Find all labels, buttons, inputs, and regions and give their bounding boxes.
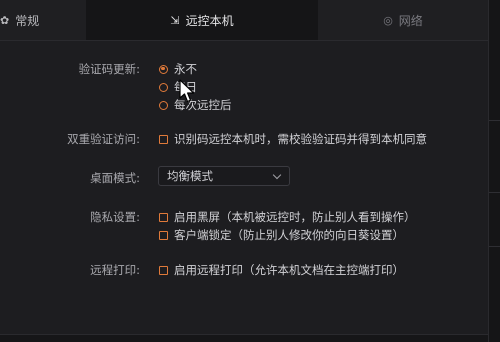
checkbox-client-lock-label: 客户端锁定（防止别人修改你的向日葵设置） xyxy=(174,228,404,242)
radio-button[interactable] xyxy=(159,82,168,92)
tab-remote-control[interactable]: ⇲ 远控本机 xyxy=(86,0,318,40)
window-bottom-border xyxy=(0,334,488,342)
remote-icon: ⇲ xyxy=(170,13,180,27)
desktop-mode-value: 均衡模式 xyxy=(167,169,213,183)
radio-never[interactable]: 永不 xyxy=(159,61,197,77)
chevron-down-icon xyxy=(272,170,282,180)
remote-settings-panel: 验证码更新: 永不 每日 每次远控后 双重验证访问: 识别码远控本机时，需校验验… xyxy=(0,41,488,342)
gear-icon: ✿ xyxy=(0,13,10,27)
tab-network[interactable]: ◎ 网络 xyxy=(318,0,488,40)
privacy-label: 隐私设置: xyxy=(90,210,140,224)
checkbox-two-factor[interactable]: 识别码远控本机时，需校验验证码并得到本机同意 xyxy=(159,131,427,147)
checkbox[interactable] xyxy=(159,230,168,240)
radio-button[interactable] xyxy=(159,100,168,110)
checkbox-two-factor-label: 识别码远控本机时，需校验验证码并得到本机同意 xyxy=(174,132,427,146)
mouse-cursor-icon xyxy=(179,79,195,103)
window-edge xyxy=(488,0,500,342)
checkbox-remote-print-label: 启用远程打印（允许本机文档在主控端打印） xyxy=(174,263,404,277)
two-factor-label: 双重验证访问: xyxy=(67,132,140,146)
checkbox-black-screen[interactable]: 启用黑屏（本机被远控时，防止别人看到操作） xyxy=(159,209,416,225)
settings-window: ✿ 常规 ⇲ 远控本机 ◎ 网络 验证码更新: 永不 每日 每次远控后 xyxy=(0,0,500,342)
tab-network-label: 网络 xyxy=(398,13,423,28)
radio-never-label: 永不 xyxy=(174,62,197,76)
checkbox-client-lock[interactable]: 客户端锁定（防止别人修改你的向日葵设置） xyxy=(159,227,404,243)
network-icon: ◎ xyxy=(383,13,393,27)
radio-button-checked[interactable] xyxy=(159,64,168,74)
tab-remote-label: 远控本机 xyxy=(185,13,234,28)
tab-bar: ✿ 常规 ⇲ 远控本机 ◎ 网络 xyxy=(0,0,488,41)
tab-general[interactable]: ✿ 常规 xyxy=(0,0,86,40)
checkbox-remote-print[interactable]: 启用远程打印（允许本机文档在主控端打印） xyxy=(159,262,404,278)
checkbox[interactable] xyxy=(159,265,168,275)
remote-print-label: 远程打印: xyxy=(90,263,140,277)
checkbox[interactable] xyxy=(159,134,168,144)
verify-code-update-label: 验证码更新: xyxy=(78,62,140,76)
desktop-mode-select[interactable]: 均衡模式 xyxy=(158,166,290,186)
tab-general-label: 常规 xyxy=(15,13,40,28)
checkbox-black-screen-label: 启用黑屏（本机被远控时，防止别人看到操作） xyxy=(174,210,416,224)
desktop-mode-label: 桌面模式: xyxy=(90,171,140,185)
checkbox[interactable] xyxy=(159,212,168,222)
